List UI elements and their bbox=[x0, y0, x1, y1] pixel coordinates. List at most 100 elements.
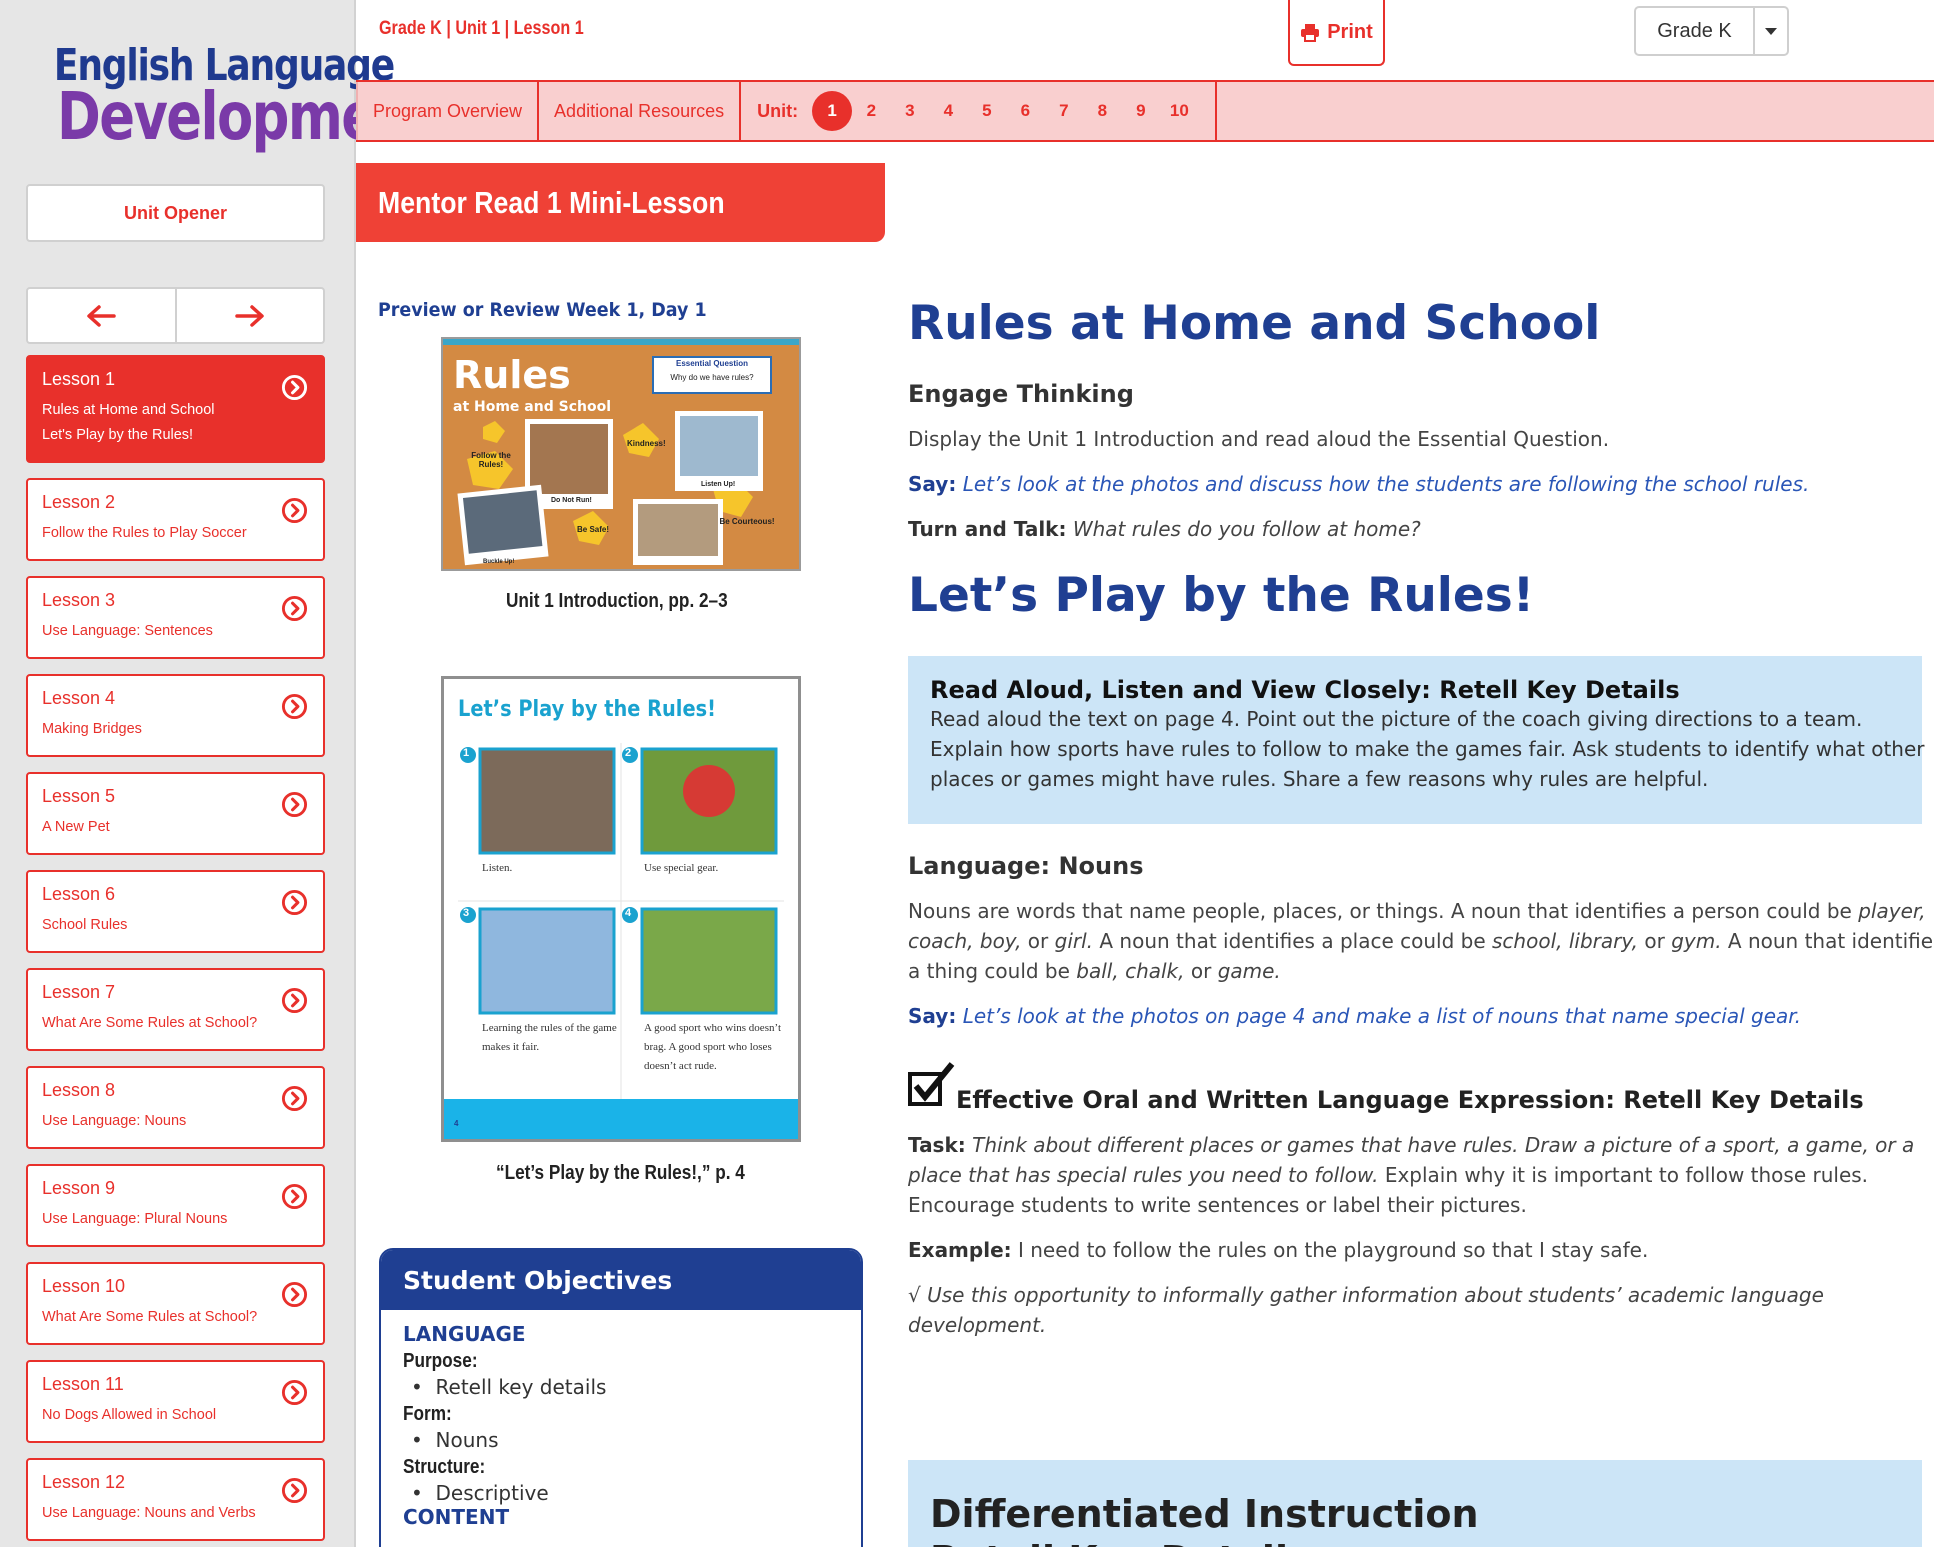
sidebar-lesson-item[interactable]: Lesson 6 School Rules bbox=[26, 870, 325, 953]
nav-program-overview[interactable]: Program Overview bbox=[356, 82, 540, 140]
unit-number-link[interactable]: 7 bbox=[1045, 91, 1084, 131]
unit-number-link[interactable]: 8 bbox=[1083, 91, 1122, 131]
lesson-number: Lesson 12 bbox=[42, 1472, 126, 1492]
previous-lesson-button[interactable] bbox=[28, 289, 175, 342]
panel-number: 1 bbox=[463, 747, 470, 759]
lesson-title: Use Language: Nouns bbox=[42, 1113, 187, 1129]
sticker-text: Buckle Up! bbox=[483, 559, 515, 565]
panel-number: 3 bbox=[463, 907, 470, 919]
intro-image-subtitle: at Home and School bbox=[453, 399, 611, 415]
nouns-text-1: Nouns are words that name people, places… bbox=[908, 899, 1926, 923]
unit-number-link[interactable]: 5 bbox=[968, 91, 1007, 131]
circle-chevron-right-icon bbox=[281, 1183, 308, 1210]
unit-opener-button[interactable]: Unit Opener bbox=[26, 184, 325, 242]
nav-additional-resources[interactable]: Additional Resources bbox=[539, 82, 742, 140]
page-4-image[interactable]: Let’s Play by the Rules! 1 2 3 4 Listen.… bbox=[441, 676, 801, 1142]
unit-number-link[interactable]: 6 bbox=[1006, 91, 1045, 131]
expression-heading: Effective Oral and Written Language Expr… bbox=[956, 1086, 1864, 1114]
unit-introduction-image[interactable]: Rules at Home and School Essential Quest… bbox=[441, 337, 801, 571]
differentiated-instruction-callout: Differentiated Instruction Retell Key De… bbox=[908, 1460, 1922, 1547]
circle-chevron-right-icon bbox=[281, 497, 308, 524]
lesson-number: Lesson 6 bbox=[42, 884, 116, 904]
print-button[interactable]: Print bbox=[1288, 0, 1385, 66]
sidebar-lesson-item[interactable]: Lesson 9 Use Language: Plural Nouns bbox=[26, 1164, 325, 1247]
sidebar-lesson-item[interactable]: Lesson 11 No Dogs Allowed in School bbox=[26, 1360, 325, 1443]
grade-select[interactable]: Grade K bbox=[1634, 6, 1789, 56]
circle-chevron-right-icon bbox=[281, 1281, 308, 1308]
circle-chevron-right-icon bbox=[281, 791, 308, 818]
engage-heading: Engage Thinking bbox=[908, 380, 1134, 408]
nouns-text-2: coach, boy, or girl. A noun that identif… bbox=[908, 929, 1934, 953]
nouns-heading: Language: Nouns bbox=[908, 852, 1144, 880]
lesson-title: What Are Some Rules at School? bbox=[42, 1015, 258, 1031]
sidebar-lesson-item[interactable]: Lesson 5 A New Pet bbox=[26, 772, 325, 855]
logo-line-2: Development bbox=[57, 78, 437, 155]
lesson-number: Lesson 2 bbox=[42, 492, 116, 512]
engage-text: Display the Unit 1 Introduction and read… bbox=[908, 427, 1610, 451]
intro-image-title: Rules bbox=[453, 353, 571, 397]
say-prompt-1: Say: Let’s look at the photos and discus… bbox=[908, 472, 1810, 496]
sidebar-lesson-item[interactable]: Lesson 1 Rules at Home and School Let's Pl… bbox=[26, 355, 325, 463]
sidebar-lesson-item[interactable]: Lesson 4 Making Bridges bbox=[26, 674, 325, 757]
turn-and-talk: Turn and Talk: What rules do you follow … bbox=[908, 517, 1421, 541]
panel-number: 2 bbox=[625, 747, 632, 759]
lesson-number: Lesson 5 bbox=[42, 786, 116, 806]
differentiated-subheading: Retell Key Details bbox=[930, 1538, 1311, 1547]
lesson-list: Lesson 1 Rules at Home and School Let's Pl… bbox=[26, 355, 325, 1547]
lesson-title: School Rules bbox=[42, 917, 128, 933]
task-text-1: Task: Think about different places or ga… bbox=[908, 1133, 1915, 1157]
differentiated-heading: Differentiated Instruction bbox=[930, 1492, 1479, 1536]
lesson-number: Lesson 7 bbox=[42, 982, 116, 1002]
objective-structure-item: • Descriptive bbox=[411, 1481, 549, 1505]
unit-label: Unit: bbox=[757, 100, 799, 121]
top-navigation: Program Overview Additional Resources Un… bbox=[356, 80, 1934, 142]
lesson-number: Lesson 1 bbox=[42, 369, 116, 389]
read-aloud-text-3: places or games might have rules. Share … bbox=[930, 767, 1709, 791]
example-text: Example: I need to follow the rules on t… bbox=[908, 1238, 1649, 1262]
lesson-number: Lesson 11 bbox=[42, 1374, 124, 1394]
circle-chevron-right-icon bbox=[281, 1379, 308, 1406]
caret-down-icon bbox=[1765, 27, 1777, 35]
arrow-left-icon bbox=[87, 304, 116, 327]
unit-number-link[interactable]: 3 bbox=[891, 91, 930, 131]
panel-text: A good sport who wins doesn’t brag. A go… bbox=[644, 1022, 781, 1072]
unit-number-link[interactable]: 10 bbox=[1160, 91, 1199, 131]
unit-number-link[interactable]: 2 bbox=[852, 91, 891, 131]
page-number: 4 bbox=[454, 1119, 459, 1128]
read-aloud-text-1: Read aloud the text on page 4. Point out… bbox=[930, 707, 1863, 731]
program-logo: English Language Development bbox=[26, 44, 437, 155]
sidebar-lesson-item[interactable]: Lesson 8 Use Language: Nouns bbox=[26, 1066, 325, 1149]
unit-number-link[interactable]: 9 bbox=[1122, 91, 1161, 131]
lesson-pager bbox=[26, 287, 325, 344]
circle-chevron-right-icon bbox=[281, 595, 308, 622]
objective-form-label: Form: bbox=[403, 1403, 452, 1425]
section-title: Mentor Read 1 Mini-Lesson bbox=[378, 184, 725, 220]
lesson-title: Use Language: Sentences bbox=[42, 623, 213, 639]
lesson-title: No Dogs Allowed in School bbox=[42, 1407, 217, 1423]
grade-dropdown-toggle[interactable] bbox=[1753, 8, 1787, 54]
sidebar-lesson-item[interactable]: Lesson 12 Use Language: Nouns and Verbs bbox=[26, 1458, 325, 1541]
unit-selector: Unit: 1 2 3 4 5 6 7 8 9 10 bbox=[741, 82, 1217, 140]
read-aloud-heading: Read Aloud, Listen and View Closely: Ret… bbox=[930, 676, 1680, 704]
sidebar-lesson-item[interactable]: Lesson 2 Follow the Rules to Play Soccer bbox=[26, 478, 325, 561]
sticker-text: Follow the Rules! bbox=[471, 451, 511, 469]
checkbox-checked-icon bbox=[908, 1062, 955, 1106]
unit-number-link[interactable]: 1 bbox=[812, 91, 853, 131]
objective-purpose-item: • Retell key details bbox=[411, 1375, 607, 1399]
sticker-text: Do Not Run! bbox=[551, 497, 592, 504]
sidebar-lesson-item[interactable]: Lesson 10 What Are Some Rules at School? bbox=[26, 1262, 325, 1345]
panel-text: Learning the rules of the game makes it … bbox=[482, 1022, 617, 1053]
arrow-right-icon bbox=[235, 304, 264, 327]
circle-chevron-right-icon bbox=[281, 987, 308, 1014]
lesson-title: What Are Some Rules at School? bbox=[42, 1309, 258, 1325]
sidebar-lesson-item[interactable]: Lesson 3 Use Language: Sentences bbox=[26, 576, 325, 659]
unit-number-link[interactable]: 4 bbox=[929, 91, 968, 131]
next-lesson-button[interactable] bbox=[174, 289, 324, 342]
sidebar-lesson-item[interactable]: Lesson 7 What Are Some Rules at School? bbox=[26, 968, 325, 1051]
lesson-title: Use Language: Plural Nouns bbox=[42, 1211, 228, 1227]
lesson-title: Follow the Rules to Play Soccer bbox=[42, 525, 247, 541]
circle-chevron-right-icon bbox=[281, 693, 308, 720]
printer-icon bbox=[1301, 23, 1320, 42]
lesson-number: Lesson 3 bbox=[42, 590, 116, 610]
panel-number: 4 bbox=[625, 907, 632, 919]
